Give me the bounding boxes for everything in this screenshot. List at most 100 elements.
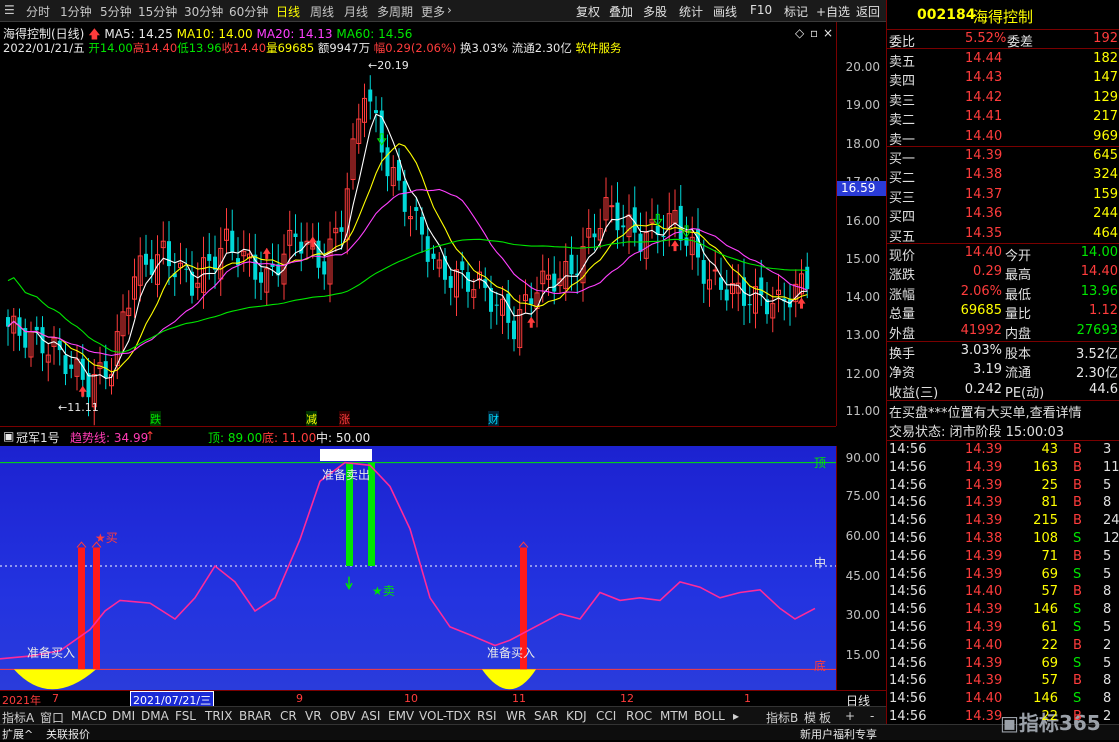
tab-wr[interactable]: WR [506, 709, 526, 723]
tick-price: 14.39 [965, 602, 1003, 618]
tab-rsi[interactable]: RSI [477, 709, 497, 723]
event-marker-die[interactable]: 跌 [150, 411, 161, 427]
tick-row: 14:56 14.39 69 S 5 [887, 567, 1119, 585]
menu-icon[interactable]: ☰ [4, 3, 15, 17]
period-more[interactable]: 更多 [421, 3, 445, 20]
orderbook-row[interactable]: 买五 14.35 464 [887, 225, 1119, 245]
settings-icon[interactable]: ◇ [795, 26, 804, 40]
zoom-in-button[interactable]: + [845, 709, 855, 723]
btn-f10[interactable]: F10 [750, 3, 772, 17]
tick-time: 14:56 [889, 513, 927, 529]
period-15min[interactable]: 15分钟 [138, 3, 177, 20]
indicator-name[interactable]: 冠军1号 [16, 429, 60, 446]
tab-macd[interactable]: MACD [71, 709, 107, 723]
tab-kdj[interactable]: KDJ [566, 709, 587, 723]
zoom-out-button[interactable]: - [870, 709, 874, 723]
tab-more-icon[interactable]: ▸ [733, 709, 739, 723]
tab-roc[interactable]: ROC [626, 709, 652, 723]
big-order-notice[interactable]: 在买盘***位置有大买单,查看详情 [889, 402, 1119, 421]
orderbook-row[interactable]: 卖三 14.42 129 [887, 89, 1119, 109]
orderbook-row[interactable]: 卖一 14.40 969 [887, 128, 1119, 148]
candle-body [661, 236, 666, 238]
bar-info: 2022/01/21/五 开14.00高14.40低13.96收14.40量69… [3, 40, 622, 56]
tick-row: 14:56 14.39 163 B 11 [887, 460, 1119, 478]
tab-vr[interactable]: VR [305, 709, 322, 723]
tick-price: 14.40 [965, 584, 1003, 600]
btn-tongji[interactable]: 统计 [679, 3, 703, 20]
chevron-right-icon[interactable]: › [447, 3, 452, 17]
close-icon[interactable]: × [823, 26, 833, 40]
kline-pane[interactable]: 海得控制(日线) 🡅 MA5: 14.25 MA10: 14.00 MA20: … [0, 22, 836, 427]
btn-biaoji[interactable]: 标记 [784, 3, 808, 20]
tick-time: 14:56 [889, 477, 927, 493]
tick-side: B [1073, 459, 1082, 475]
period-weekly[interactable]: 周线 [310, 3, 334, 20]
btn-back[interactable]: 返回 [856, 3, 880, 20]
tab-vol-tdx[interactable]: VOL-TDX [419, 709, 471, 723]
orderbook-row[interactable]: 卖二 14.41 217 [887, 108, 1119, 128]
zoom-icon[interactable]: ▫ [810, 26, 818, 40]
ma60-line [7, 238, 808, 353]
ind-tick: 90.00 [845, 451, 880, 465]
tab-asi[interactable]: ASI [361, 709, 380, 723]
orderbook-row[interactable]: 买二 14.38 324 [887, 166, 1119, 186]
event-marker-zhang[interactable]: 涨 [339, 411, 350, 427]
tab-fsl[interactable]: FSL [175, 709, 196, 723]
tick-price: 14.38 [965, 531, 1003, 546]
tick-count: 11 [1103, 459, 1119, 475]
tab-emv[interactable]: EMV [388, 709, 414, 723]
period-fenshi[interactable]: 分时 [26, 3, 50, 20]
arrow-up-icon: ↑ [145, 429, 156, 443]
btn-add-watchlist[interactable]: +自选 [816, 3, 850, 20]
candle-body [322, 261, 327, 275]
indicator-pane[interactable]: 顶 中 底 准备买入 准备买入 准备卖出 ★买 ★卖 [0, 446, 836, 690]
buy-arrow-icon [262, 247, 271, 259]
tab-cr[interactable]: CR [280, 709, 297, 723]
tick-side: B [1073, 584, 1082, 600]
tick-row: 14:56 14.39 22 B 2 [887, 709, 1119, 727]
tab-dma[interactable]: DMA [141, 709, 169, 723]
tick-price: 14.39 [965, 513, 1003, 529]
btn-fuquan[interactable]: 复权 [576, 3, 600, 20]
orderbook-row[interactable]: 卖五 14.44 182 [887, 50, 1119, 70]
period-30min[interactable]: 30分钟 [184, 3, 223, 20]
btn-duogu[interactable]: 多股 [643, 3, 667, 20]
tick-volume: 69 [1041, 655, 1058, 671]
tab-obv[interactable]: OBV [330, 709, 356, 723]
period-monthly[interactable]: 月线 [344, 3, 368, 20]
stat-row: 外盘 41992 内盘 27693 [887, 322, 1119, 342]
price-tick: 13.00 [845, 328, 880, 342]
quote-panel: 002184 海得控制 委比 5.52% 委差 192 卖五 14.44 182 卖四 14.43 1… [886, 0, 1119, 724]
tick-count: 2 [1103, 709, 1112, 724]
event-marker-jian[interactable]: 减 [306, 411, 317, 427]
period-5min[interactable]: 5分钟 [100, 3, 132, 20]
period-1min[interactable]: 1分钟 [60, 3, 92, 20]
tab-dmi[interactable]: DMI [112, 709, 135, 723]
orderbook-row[interactable]: 卖四 14.43 147 [887, 69, 1119, 89]
orderbook-row[interactable]: 买一 14.39 645 [887, 147, 1119, 167]
tab-mtm[interactable]: MTM [660, 709, 688, 723]
tab-sar[interactable]: SAR [534, 709, 558, 723]
tab-boll[interactable]: BOLL [694, 709, 725, 723]
tick-count: 5 [1103, 477, 1112, 493]
btn-diejia[interactable]: 叠加 [609, 3, 633, 20]
candle-body [638, 233, 643, 252]
ma60-label: MA60: 14.56 [336, 27, 413, 41]
tab-cci[interactable]: CCI [596, 709, 616, 723]
period-daily[interactable]: 日线 [276, 3, 300, 20]
tick-row: 14:56 14.39 25 B 5 [887, 478, 1119, 496]
tab-brar[interactable]: BRAR [239, 709, 272, 723]
orderbook-price: 14.35 [965, 225, 1003, 241]
candle-body [385, 147, 390, 177]
collapse-icon[interactable]: ▣ [3, 429, 14, 443]
orderbook-row[interactable]: 买四 14.36 244 [887, 205, 1119, 225]
tick-count: 5 [1103, 655, 1112, 671]
stat-label: 涨幅 [889, 287, 916, 303]
period-60min[interactable]: 60分钟 [229, 3, 268, 20]
period-multi[interactable]: 多周期 [377, 3, 413, 20]
orderbook-row[interactable]: 买三 14.37 159 [887, 186, 1119, 206]
event-marker-cai[interactable]: 财 [488, 411, 499, 427]
tab-trix[interactable]: TRIX [205, 709, 232, 723]
btn-huaxian[interactable]: 画线 [713, 3, 737, 20]
orderbook-volume: 217 [1093, 109, 1118, 125]
